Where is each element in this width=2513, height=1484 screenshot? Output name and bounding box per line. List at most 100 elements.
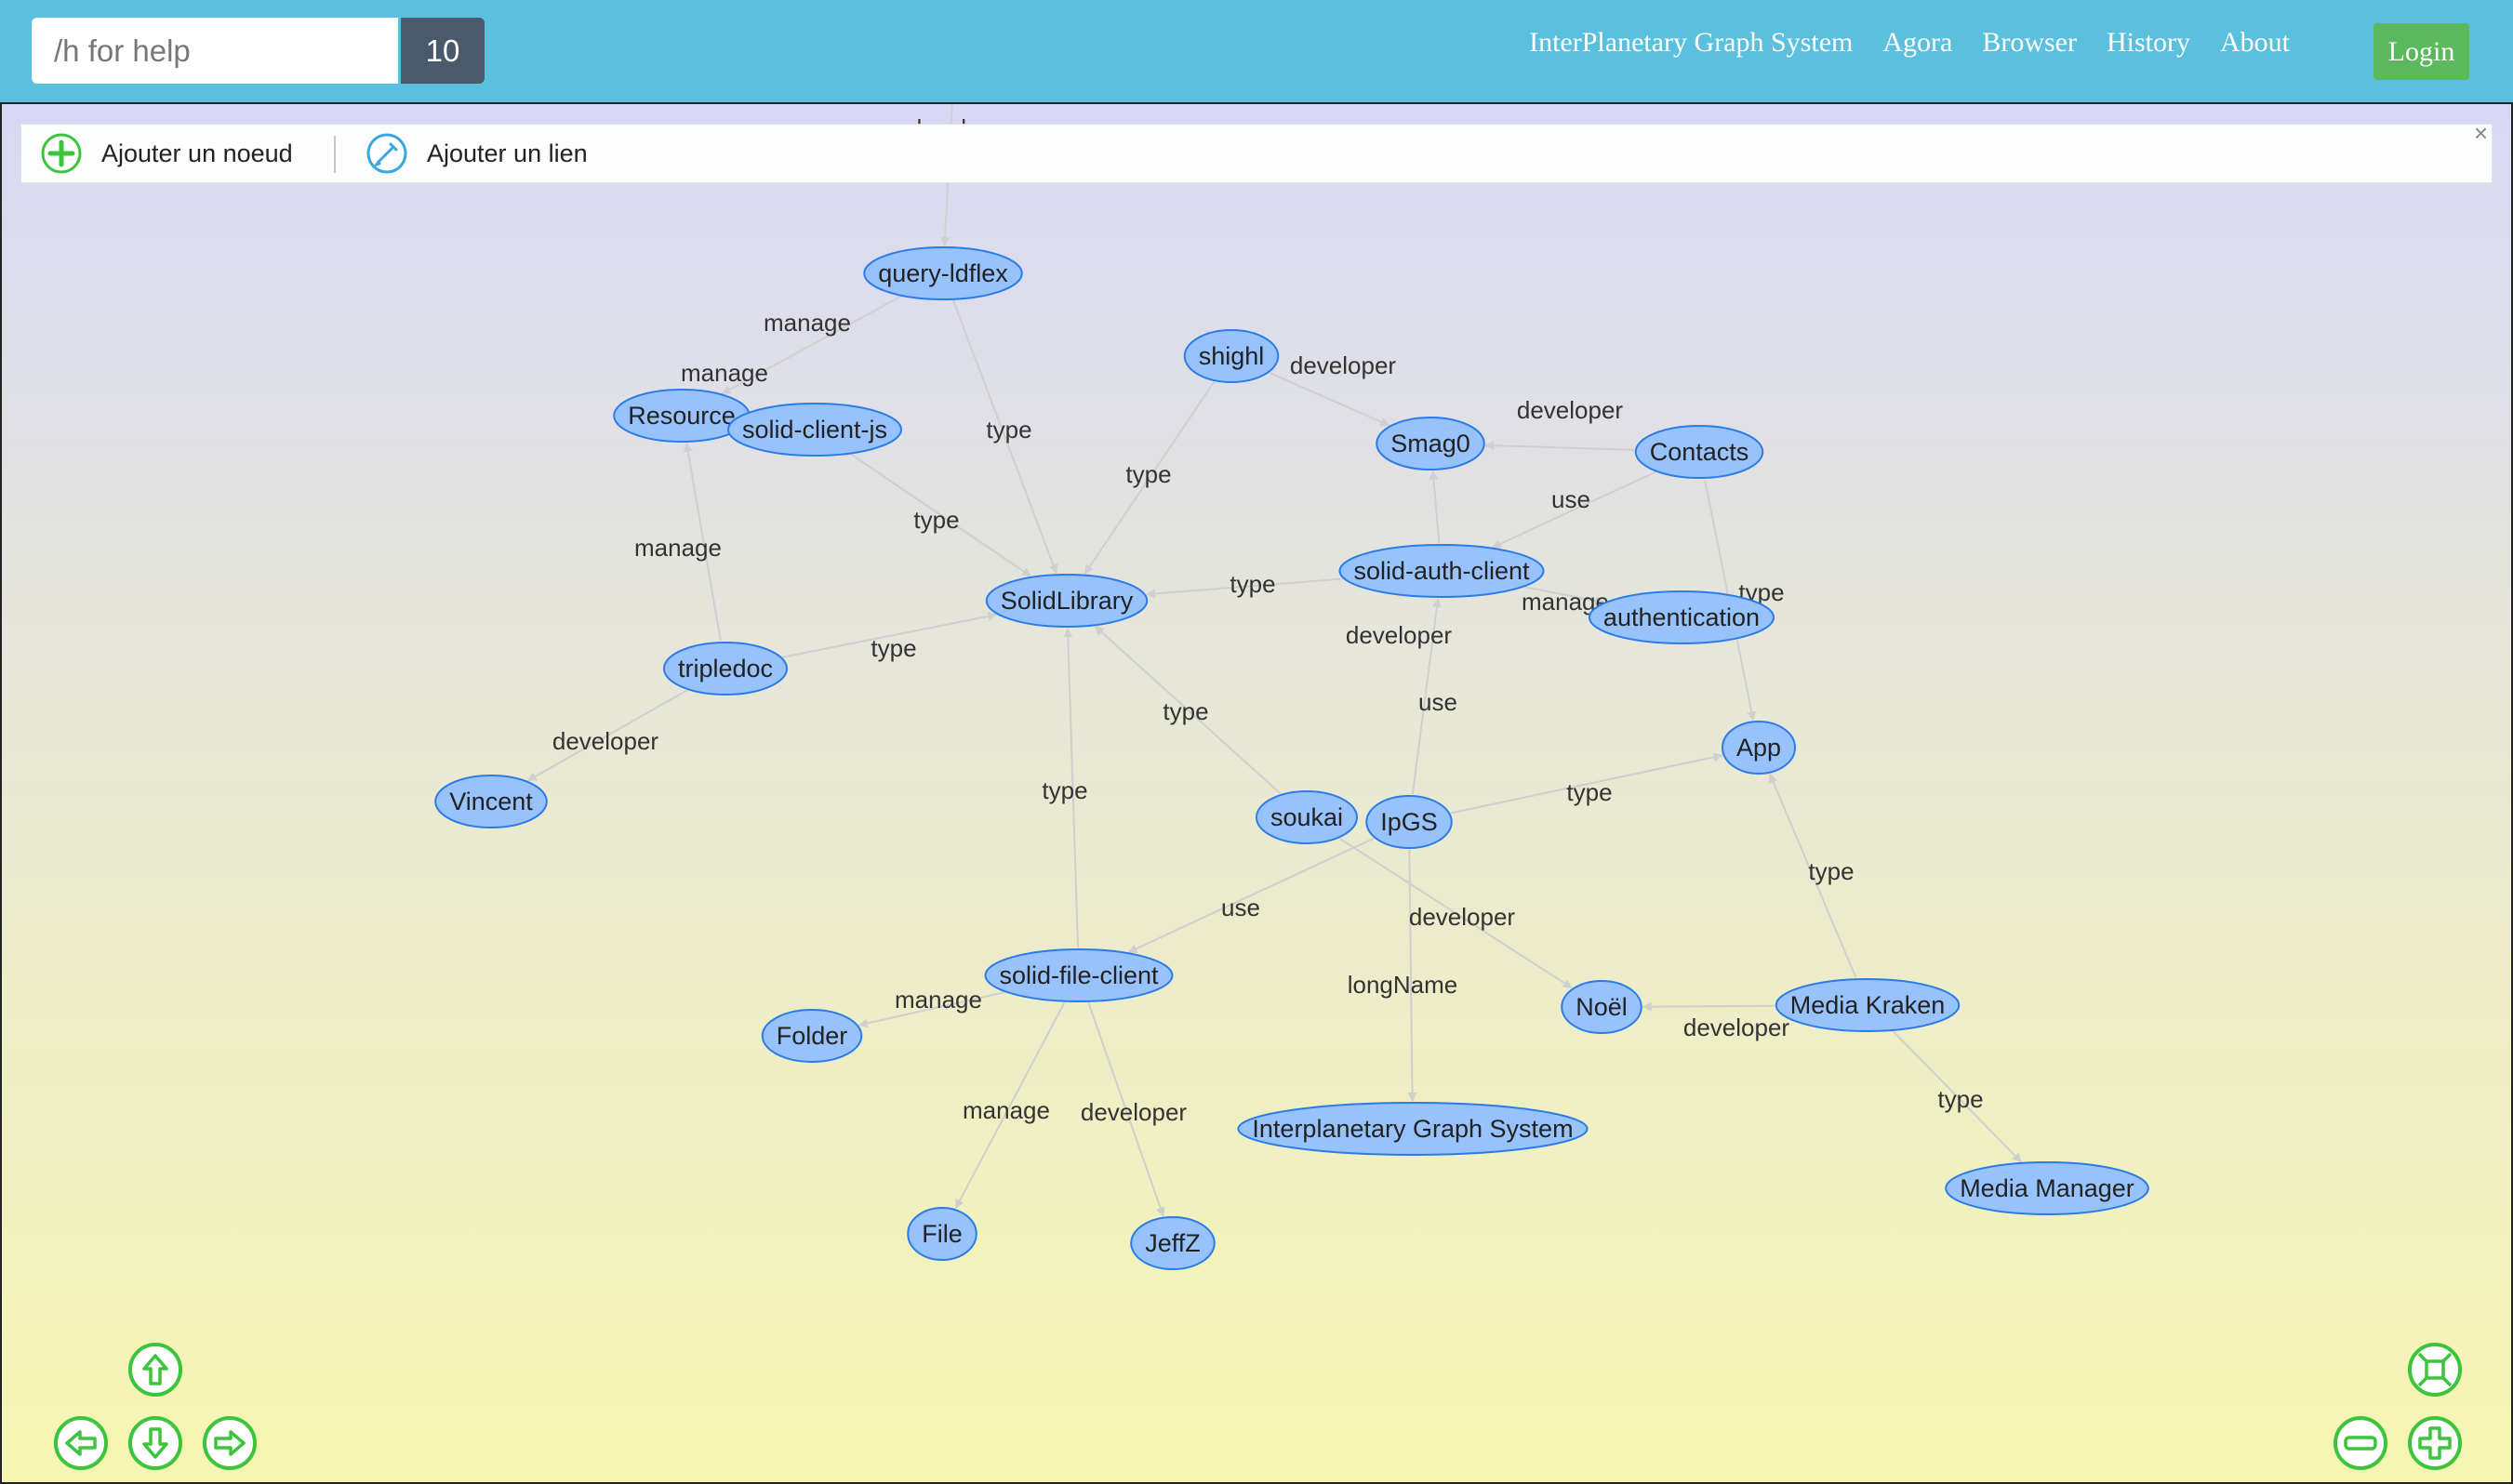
edge-label: type bbox=[1042, 776, 1087, 804]
add-node-label: Ajouter un noeud bbox=[101, 139, 293, 167]
node-label: tripledoc bbox=[678, 655, 773, 682]
edge-label: use bbox=[1418, 688, 1457, 716]
node-label: Media Manager bbox=[1960, 1174, 2134, 1202]
arrow-up-icon[interactable] bbox=[126, 1341, 184, 1398]
search-input[interactable] bbox=[32, 18, 398, 84]
login-button[interactable]: Login bbox=[2373, 23, 2469, 80]
nav-link-browser[interactable]: Browser bbox=[1982, 27, 2077, 59]
graph-node[interactable]: File bbox=[907, 1207, 977, 1261]
manipulation-toolbar: Ajouter un noeud Ajouter un lien × bbox=[20, 119, 2493, 183]
node-label: query-ldflex bbox=[878, 259, 1008, 287]
graph-node[interactable]: Media Kraken bbox=[1775, 978, 1961, 1032]
nav-link-interplanetary-graph-system[interactable]: InterPlanetary Graph System bbox=[1529, 27, 1853, 59]
graph-node[interactable]: solid-file-client bbox=[984, 948, 1174, 1002]
edge-label: type bbox=[1808, 857, 1854, 885]
edge-label: type bbox=[1125, 460, 1171, 488]
graph-node[interactable]: App bbox=[1721, 721, 1797, 775]
graph-node[interactable]: IpGS bbox=[1365, 795, 1453, 849]
node-label: authentication bbox=[1603, 603, 1760, 631]
node-label: solid-file-client bbox=[999, 961, 1159, 989]
zoom-in-icon[interactable] bbox=[2406, 1414, 2464, 1472]
toolbar-separator bbox=[334, 136, 336, 173]
graph-edge[interactable] bbox=[1429, 470, 1441, 544]
graph-node[interactable]: solid-auth-client bbox=[1338, 544, 1545, 598]
edge-label: manage bbox=[634, 534, 722, 562]
edge-label: developer bbox=[552, 727, 659, 755]
zoom-out-icon[interactable] bbox=[2332, 1414, 2389, 1472]
node-label: Resource bbox=[628, 402, 736, 430]
fit-screen-icon[interactable] bbox=[2406, 1341, 2464, 1398]
graph-node[interactable]: Smag0 bbox=[1376, 417, 1485, 470]
node-label: Noël bbox=[1576, 993, 1628, 1021]
graph-node[interactable]: Media Manager bbox=[1945, 1161, 2149, 1215]
edge-label: type bbox=[913, 506, 959, 534]
edge-label: type bbox=[871, 634, 916, 662]
graph-canvas[interactable]: developer manage manage type type developer de… bbox=[0, 102, 2513, 1484]
pencil-circle-icon bbox=[366, 133, 407, 174]
edge-label: developer bbox=[1517, 396, 1624, 424]
edge-label: use bbox=[1551, 485, 1590, 513]
edge-label: developer bbox=[1081, 1098, 1188, 1126]
edge-label: developer bbox=[1409, 903, 1516, 931]
node-label: App bbox=[1736, 734, 1781, 762]
edge-label: developer bbox=[1683, 1014, 1790, 1041]
arrow-down-icon[interactable] bbox=[126, 1414, 184, 1472]
add-link-button[interactable]: Ajouter un lien bbox=[366, 125, 588, 182]
plus-circle-icon bbox=[41, 133, 82, 174]
arrow-right-icon[interactable] bbox=[201, 1414, 259, 1472]
edge-label: manage bbox=[963, 1096, 1050, 1124]
node-label: Vincent bbox=[449, 788, 533, 815]
node-label: solid-client-js bbox=[742, 416, 887, 444]
graph-node[interactable]: JeffZ bbox=[1130, 1216, 1216, 1270]
graph-node[interactable]: soukai bbox=[1255, 790, 1359, 844]
graph-node[interactable]: query-ldflex bbox=[863, 246, 1023, 300]
graph-node[interactable]: solid-client-js bbox=[726, 403, 903, 457]
node-label: Interplanetary Graph System bbox=[1252, 1115, 1573, 1143]
node-label: solid-auth-client bbox=[1353, 557, 1530, 585]
network-graph[interactable]: developer manage manage type type developer de… bbox=[2, 104, 2511, 1482]
edge-label: developer bbox=[1346, 621, 1453, 649]
graph-node[interactable]: shighl bbox=[1183, 329, 1280, 383]
node-label: SolidLibrary bbox=[1001, 587, 1134, 615]
edge-label: type bbox=[1230, 570, 1275, 598]
graph-node[interactable]: Folder bbox=[761, 1009, 863, 1063]
graph-node[interactable]: Contacts bbox=[1634, 425, 1764, 479]
node-label: File bbox=[922, 1220, 963, 1248]
nav-link-about[interactable]: About bbox=[2220, 27, 2290, 59]
node-label: JeffZ bbox=[1145, 1229, 1201, 1257]
edge-label: manage bbox=[895, 986, 982, 1014]
result-count-badge[interactable]: 10 bbox=[401, 18, 485, 84]
edge-label: manage bbox=[681, 359, 768, 387]
edge-label: developer bbox=[1290, 351, 1397, 379]
graph-edge[interactable] bbox=[1269, 372, 1390, 427]
edge-label: type bbox=[1566, 778, 1612, 806]
node-label: Contacts bbox=[1650, 438, 1749, 466]
edge-label: type bbox=[986, 416, 1031, 444]
graph-node[interactable]: Vincent bbox=[434, 775, 548, 828]
graph-node[interactable]: SolidLibrary bbox=[985, 574, 1149, 628]
node-label: Smag0 bbox=[1390, 430, 1470, 457]
edge-label: manage bbox=[764, 309, 851, 337]
edge-label: type bbox=[1937, 1085, 1983, 1113]
navbar: 10 InterPlanetary Graph System Agora Bro… bbox=[0, 0, 2513, 102]
nodes-layer: query-ldflex shighl Resource solid-client-j… bbox=[434, 246, 2149, 1270]
graph-edge[interactable] bbox=[1642, 1001, 1775, 1012]
edge-label: longName bbox=[1348, 971, 1458, 999]
arrow-left-icon[interactable] bbox=[52, 1414, 110, 1472]
graph-edge[interactable] bbox=[1484, 441, 1634, 451]
add-link-label: Ajouter un lien bbox=[427, 139, 588, 167]
edge-label: use bbox=[1221, 894, 1260, 921]
node-label: Media Kraken bbox=[1790, 991, 1946, 1019]
graph-node[interactable]: Interplanetary Graph System bbox=[1237, 1102, 1589, 1156]
graph-node[interactable]: tripledoc bbox=[662, 642, 789, 696]
close-icon[interactable]: × bbox=[2474, 119, 2488, 148]
graph-node[interactable]: authentication bbox=[1588, 590, 1775, 644]
nav-link-history[interactable]: History bbox=[2107, 27, 2190, 59]
nav-links: InterPlanetary Graph System Agora Browse… bbox=[1529, 0, 2290, 86]
add-node-button[interactable]: Ajouter un noeud bbox=[40, 125, 293, 182]
graph-node[interactable]: Noël bbox=[1561, 980, 1642, 1034]
node-label: soukai bbox=[1270, 803, 1343, 831]
node-label: Folder bbox=[777, 1022, 848, 1050]
edge-label: type bbox=[1163, 697, 1208, 725]
nav-link-agora[interactable]: Agora bbox=[1882, 27, 1952, 59]
